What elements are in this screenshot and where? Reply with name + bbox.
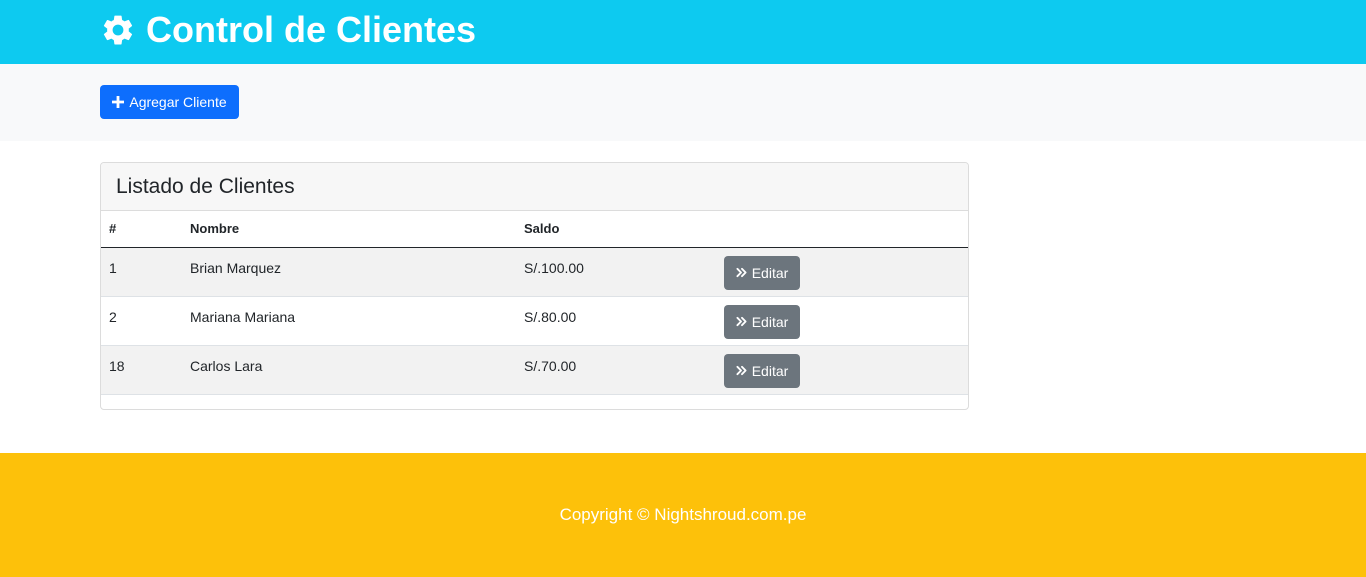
edit-label: Editar [751,362,789,379]
cell-name: Mariana Mariana [190,308,296,325]
table-header-row: # Nombre Saldo [101,211,968,247]
double-chevron-right-icon [736,365,747,376]
copyright-text: Copyright © Nightshroud.com.pe [559,505,807,524]
table-row: 18 Carlos Lara S/.70.00 Editar [101,345,968,394]
plus-icon [112,96,125,108]
column-header-balance: Saldo [524,221,560,237]
edit-label: Editar [751,264,789,281]
page-footer: Copyright © Nightshroud.com.pe [0,453,1366,577]
edit-label: Editar [751,313,789,330]
clients-card: Listado de Clientes # Nombre Saldo 1 Bri… [100,162,969,410]
cell-balance: S/.100.00 [524,259,584,276]
actions-bar: Agregar Cliente [0,64,1366,141]
page-title: Control de Clientes [146,9,477,50]
edit-button[interactable]: Editar [724,304,800,339]
cell-number: 1 [109,259,117,276]
cell-number: 18 [109,357,125,374]
card-header: Listado de Clientes [101,163,968,211]
cell-balance: S/.80.00 [524,308,577,325]
card-title: Listado de Clientes [116,174,295,198]
page-header: Control de Clientes [0,0,1366,64]
cell-actions: Editar [716,247,968,296]
gear-icon [100,12,136,48]
cell-number: 2 [109,308,117,325]
cell-actions: Editar [716,345,968,394]
column-header-name: Nombre [190,221,240,237]
cell-name: Carlos Lara [190,357,263,374]
cell-balance: S/.70.00 [524,357,577,374]
clients-table: # Nombre Saldo 1 Brian Marquez S/.100.00… [101,211,968,395]
double-chevron-right-icon [736,316,747,327]
add-client-label: Agregar Cliente [129,94,227,110]
edit-button[interactable]: Editar [724,255,800,290]
column-header-number: # [109,221,117,237]
cell-name: Brian Marquez [190,259,282,276]
cell-actions: Editar [716,296,968,345]
edit-button[interactable]: Editar [724,353,800,388]
column-header-actions [716,211,968,247]
table-row: 2 Mariana Mariana S/.80.00 Editar [101,296,968,345]
double-chevron-right-icon [736,267,747,278]
table-row: 1 Brian Marquez S/.100.00 Editar [101,247,968,296]
add-client-button[interactable]: Agregar Cliente [100,85,239,119]
brand: Control de Clientes [100,8,476,52]
